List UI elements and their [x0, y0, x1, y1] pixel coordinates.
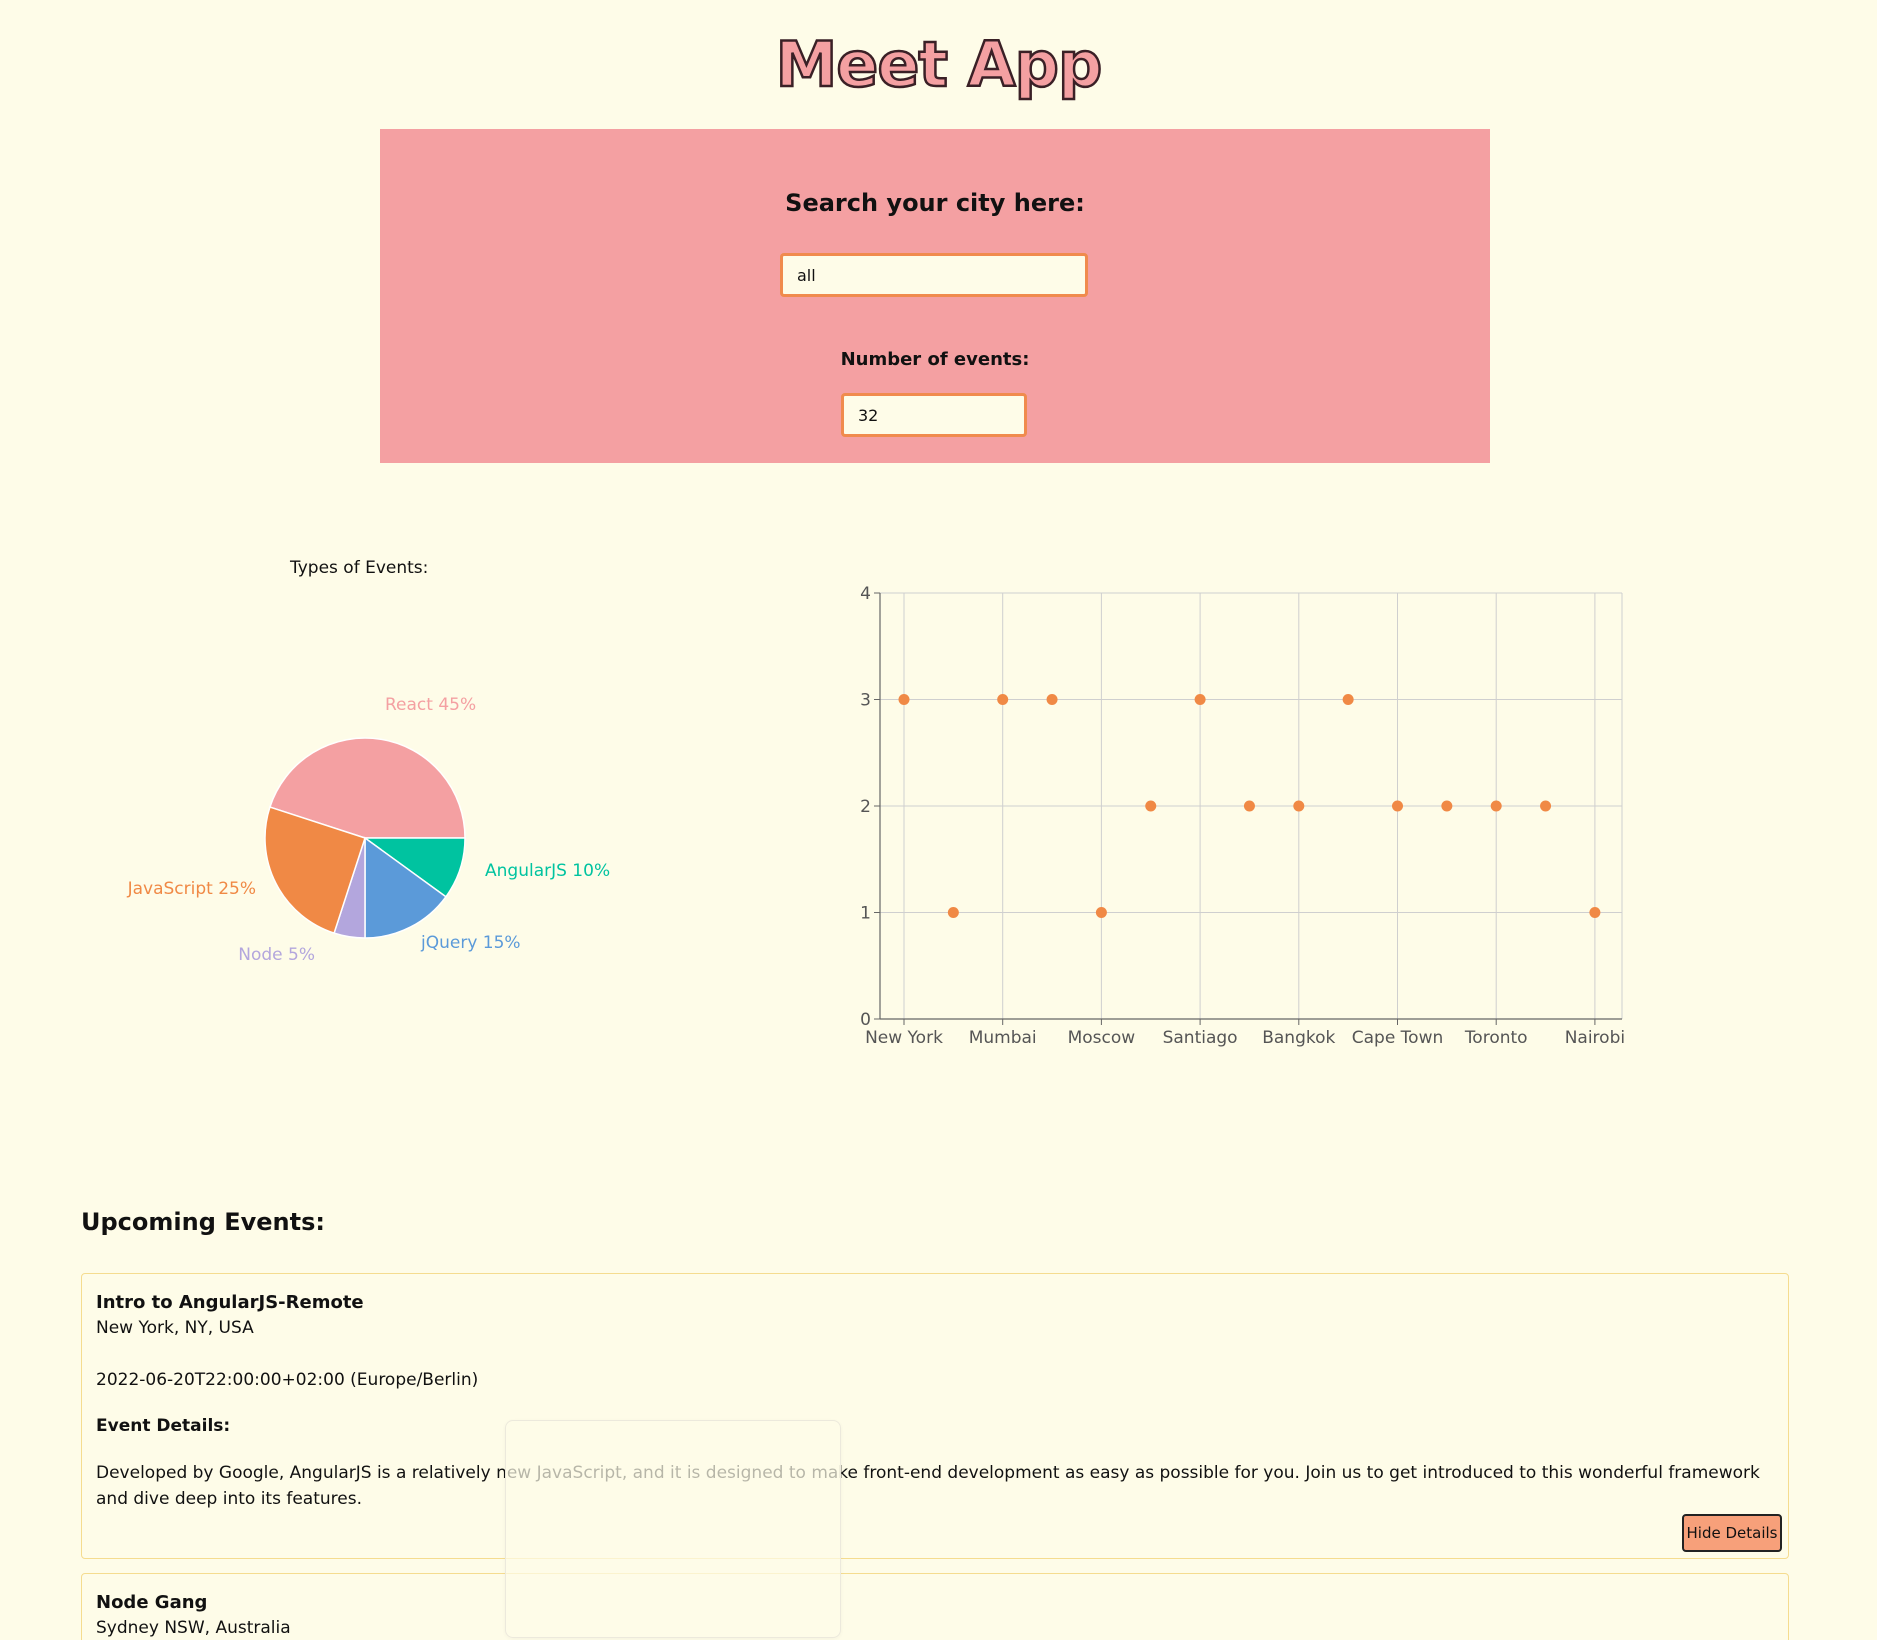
pie-label-jquery: jQuery 15%	[420, 933, 521, 953]
y-tick-label: 1	[860, 904, 871, 924]
pie-chart-title: Types of Events:	[290, 558, 429, 578]
event-details-heading: Event Details:	[96, 1416, 231, 1436]
scatter-point[interactable]	[1095, 907, 1107, 918]
chart-tooltip	[505, 1420, 841, 1638]
scatter-point[interactable]	[1342, 694, 1354, 705]
upcoming-events-heading: Upcoming Events:	[81, 1208, 325, 1236]
pie-label-angularjs: AngularJS 10%	[485, 861, 610, 881]
scatter-point[interactable]	[1540, 800, 1552, 812]
scatter-point[interactable]	[1490, 800, 1502, 812]
pie-label-node: Node 5%	[238, 945, 315, 965]
event-date: 2022-06-20T22:00:00+02:00 (Europe/Berlin…	[96, 1370, 479, 1390]
event-card: Node Gang Sydney NSW, Australia	[81, 1573, 1789, 1640]
scatter-point[interactable]	[1145, 800, 1157, 812]
pie-label-javascript: JavaScript 25%	[127, 879, 256, 899]
y-tick-label: 4	[860, 584, 871, 604]
number-of-events-label: Number of events:	[840, 349, 1030, 370]
event-card: Intro to AngularJS-Remote New York, NY, …	[81, 1273, 1789, 1559]
scatter-point[interactable]	[947, 907, 959, 918]
events-per-city-scatter-chart: 0 1 2 3 4 New York Mumbai Moscow Santiago Bangkok…	[860, 584, 1625, 1048]
scatter-point[interactable]	[1046, 694, 1058, 705]
event-location: Sydney NSW, Australia	[96, 1618, 291, 1638]
y-tick-label: 0	[860, 1010, 871, 1030]
event-title: Node Gang	[96, 1592, 208, 1613]
city-search-input[interactable]	[780, 253, 1088, 297]
event-description: Developed by Google, AngularJS is a rela…	[96, 1463, 1760, 1509]
page: Meet App Search your city here: Number o…	[0, 0, 1877, 1640]
app-title: Meet App	[774, 27, 1103, 103]
event-title: Intro to AngularJS-Remote	[96, 1292, 364, 1313]
search-panel: Search your city here: Number of events:	[380, 129, 1490, 463]
scatter-point[interactable]	[997, 694, 1009, 705]
city-search-label: Search your city here:	[785, 189, 1085, 217]
scatter-point[interactable]	[1293, 800, 1305, 812]
hide-details-button[interactable]: Hide Details	[1682, 1514, 1782, 1552]
x-tick-label: New York	[865, 1028, 943, 1048]
scatter-point[interactable]	[898, 694, 910, 705]
event-location: New York, NY, USA	[96, 1318, 254, 1338]
number-of-events-input[interactable]	[841, 393, 1027, 437]
pie-label-react: React 45%	[385, 695, 476, 715]
event-types-pie-chart: React 45% AngularJS 10% jQuery 15% Node 5% J…	[127, 695, 611, 965]
scatter-point[interactable]	[1243, 800, 1255, 812]
scatter-point[interactable]	[1441, 800, 1453, 812]
scatter-point[interactable]	[1589, 907, 1601, 918]
x-tick-label: Cape Town	[1352, 1028, 1444, 1048]
x-tick-label: Nairobi	[1565, 1028, 1625, 1048]
x-tick-label: Moscow	[1068, 1028, 1136, 1048]
scatter-point[interactable]	[1392, 800, 1403, 812]
x-tick-label: Mumbai	[969, 1028, 1037, 1048]
y-tick-label: 2	[860, 797, 871, 817]
x-tick-label: Toronto	[1464, 1028, 1528, 1048]
x-tick-label: Santiago	[1163, 1028, 1238, 1048]
x-tick-label: Bangkok	[1262, 1028, 1335, 1048]
scatter-point[interactable]	[1194, 694, 1206, 705]
y-tick-label: 3	[860, 691, 871, 711]
